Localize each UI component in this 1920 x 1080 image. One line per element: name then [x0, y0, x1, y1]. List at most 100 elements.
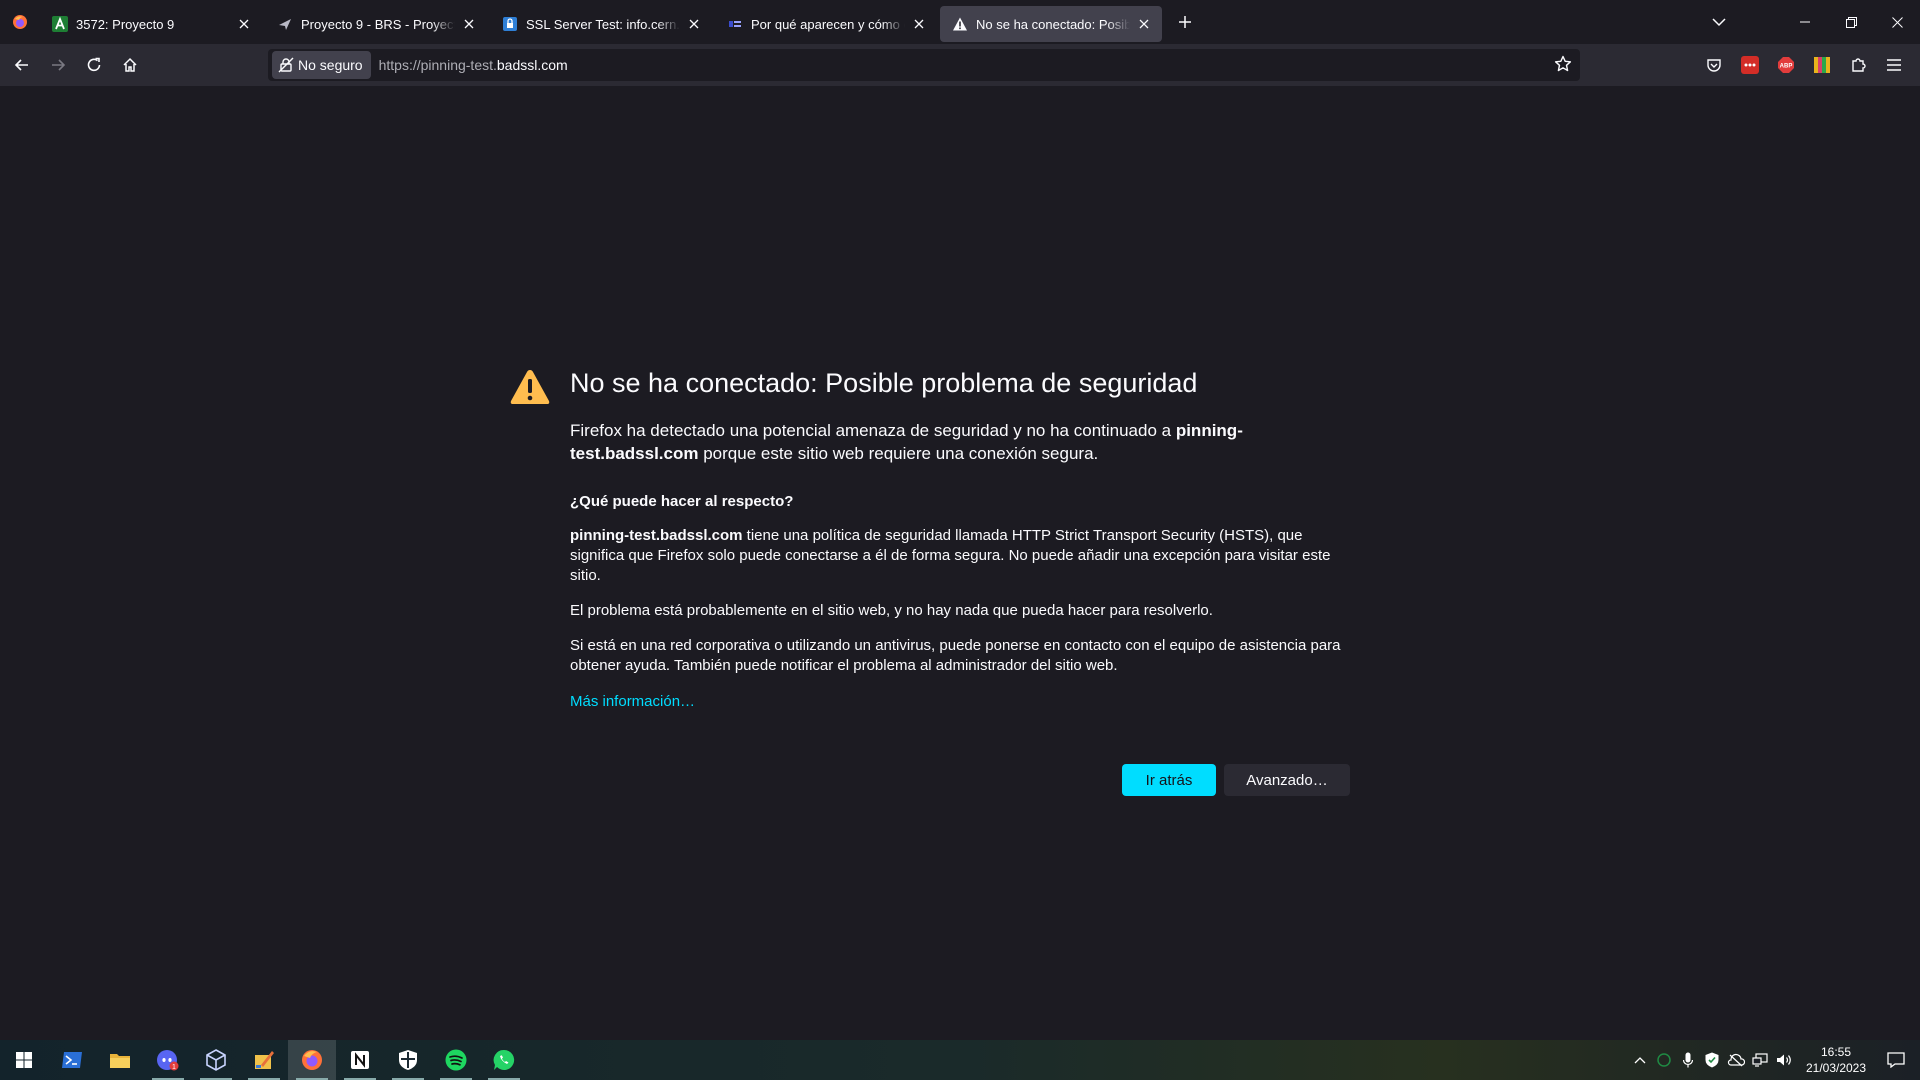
color-bars-icon	[1814, 57, 1830, 73]
bookmark-button[interactable]	[1554, 55, 1572, 78]
tab-por-que-aparecen[interactable]: Por qué aparecen y cómo evitar	[715, 6, 937, 42]
discord-icon: 1	[157, 1050, 179, 1071]
pocket-icon	[1707, 59, 1721, 72]
reload-button[interactable]	[78, 49, 110, 81]
navigation-toolbar: No seguro https://pinning-test.badssl.co…	[0, 44, 1920, 86]
error-intro: Firefox ha detectado una potencial amena…	[570, 419, 1270, 465]
tab-title: No se ha conectado: Posible pro	[976, 16, 1130, 32]
security-label: No seguro	[298, 57, 363, 73]
tab-title: 3572: Proyecto 9	[76, 16, 175, 32]
file-explorer-icon	[110, 1054, 130, 1068]
tab-title: SSL Server Test: info.cern.ch (Po	[526, 16, 680, 32]
action-center-button[interactable]	[1872, 1040, 1920, 1080]
tray-app-button[interactable]	[1652, 1040, 1676, 1080]
url-bar[interactable]: No seguro https://pinning-test.badssl.co…	[268, 49, 1580, 81]
intro-text-1: Firefox ha detectado una potencial amena…	[570, 421, 1176, 440]
clock-date: 21/03/2023	[1805, 1061, 1867, 1075]
taskbar-file-explorer[interactable]	[96, 1040, 144, 1080]
what-can-you-do-heading: ¿Qué puede hacer al respecto?	[570, 493, 794, 510]
close-window-button[interactable]	[1874, 0, 1920, 44]
taskbar-firefox[interactable]	[288, 1040, 336, 1080]
list-all-tabs-button[interactable]	[1696, 0, 1742, 44]
close-icon[interactable]	[1136, 16, 1152, 32]
show-hidden-icons-button[interactable]	[1628, 1040, 1652, 1080]
minimize-icon	[1800, 21, 1810, 23]
app-menu-button[interactable]	[1878, 49, 1910, 81]
restore-button[interactable]	[1828, 0, 1874, 44]
tab-ssl-server-test[interactable]: SSL Server Test: info.cern.ch (Po	[490, 6, 712, 42]
taskbar-clock[interactable]: 16:55 21/03/2023	[1800, 1044, 1872, 1076]
powershell-icon	[62, 1052, 82, 1068]
error-container: No se ha conectado: Posible problema de …	[570, 365, 1350, 796]
pocket-button[interactable]	[1698, 49, 1730, 81]
lastpass-button[interactable]	[1734, 49, 1766, 81]
taskbar-notion[interactable]	[336, 1040, 384, 1080]
defender-icon	[399, 1050, 417, 1070]
close-icon	[1891, 16, 1903, 28]
taskbar-spotify[interactable]	[432, 1040, 480, 1080]
taskbar-powershell[interactable]	[48, 1040, 96, 1080]
speaker-icon	[1777, 1054, 1791, 1066]
windows-start-icon	[16, 1052, 32, 1068]
tab-proyecto9[interactable]: 3572: Proyecto 9	[40, 6, 262, 42]
security-tray-button[interactable]	[1700, 1040, 1724, 1080]
insecure-lock-icon	[278, 57, 294, 73]
error-title: No se ha conectado: Posible problema de …	[570, 368, 1198, 398]
button-row: Ir atrás Avanzado…	[1122, 764, 1350, 796]
spotify-icon	[445, 1049, 467, 1071]
taskbar-virtualbox[interactable]	[192, 1040, 240, 1080]
tab-security-error[interactable]: No se ha conectado: Posible pro	[940, 6, 1162, 42]
minimize-button[interactable]	[1782, 0, 1828, 44]
back-button[interactable]	[6, 49, 38, 81]
taskbar-whatsapp[interactable]	[480, 1040, 528, 1080]
close-icon[interactable]	[911, 16, 927, 32]
adblock-icon: ABP	[1778, 57, 1794, 73]
close-icon[interactable]	[236, 16, 252, 32]
hamburger-menu-icon	[1887, 59, 1901, 71]
go-back-button[interactable]: Ir atrás	[1122, 764, 1216, 796]
windows-taskbar: 1 16:55 21/03/2023	[0, 1040, 1920, 1080]
hsts-explanation: pinning-test.badssl.com tiene una políti…	[570, 526, 1350, 586]
home-button[interactable]	[114, 49, 146, 81]
taskbar-defender[interactable]	[384, 1040, 432, 1080]
virtualbox-icon	[206, 1049, 226, 1071]
restore-icon	[1845, 16, 1857, 28]
network-button[interactable]	[1748, 1040, 1772, 1080]
advanced-button[interactable]: Avanzado…	[1224, 764, 1350, 796]
system-tray: 16:55 21/03/2023	[1628, 1040, 1920, 1080]
firefox-icon	[302, 1050, 322, 1070]
notification-icon	[1887, 1052, 1905, 1068]
warning-icon	[952, 16, 968, 32]
microphone-button[interactable]	[1676, 1040, 1700, 1080]
toolbar-extensions: ABP	[1698, 49, 1914, 81]
cloud-sync-icon	[1727, 1053, 1745, 1067]
close-icon[interactable]	[461, 16, 477, 32]
close-icon[interactable]	[686, 16, 702, 32]
start-button[interactable]	[0, 1040, 48, 1080]
problem-paragraph: El problema está probablemente en el sit…	[570, 602, 1213, 619]
site-identity-button[interactable]: No seguro	[272, 51, 371, 79]
tab-brs-proyectos[interactable]: Proyecto 9 - BRS - Proyectos	[265, 6, 487, 42]
onedrive-button[interactable]	[1724, 1040, 1748, 1080]
extensions-button[interactable]	[1842, 49, 1874, 81]
taskbar-paint[interactable]	[240, 1040, 288, 1080]
new-tab-button[interactable]	[1169, 6, 1201, 38]
chevron-up-icon	[1634, 1057, 1646, 1064]
volume-button[interactable]	[1772, 1040, 1796, 1080]
tab-title: Proyecto 9 - BRS - Proyectos	[301, 16, 455, 32]
microphone-icon	[1683, 1052, 1693, 1068]
colorful-extension-button[interactable]	[1806, 49, 1838, 81]
discord-badge: 1	[172, 1064, 176, 1071]
intro-text-2: porque este sitio web requiere una conex…	[698, 444, 1099, 463]
reload-icon	[87, 57, 101, 72]
brs-plane-icon	[277, 16, 293, 32]
url-text[interactable]: https://pinning-test.badssl.com	[379, 57, 568, 73]
network-icon	[1752, 1053, 1768, 1067]
paint-icon	[255, 1051, 274, 1069]
firefox-menu-icon[interactable]	[0, 0, 40, 44]
learn-more-link[interactable]: Más información…	[570, 693, 695, 710]
forward-button[interactable]	[42, 49, 74, 81]
taskbar-discord[interactable]: 1	[144, 1040, 192, 1080]
lastpass-icon	[1741, 56, 1759, 74]
adblock-plus-button[interactable]: ABP	[1770, 49, 1802, 81]
